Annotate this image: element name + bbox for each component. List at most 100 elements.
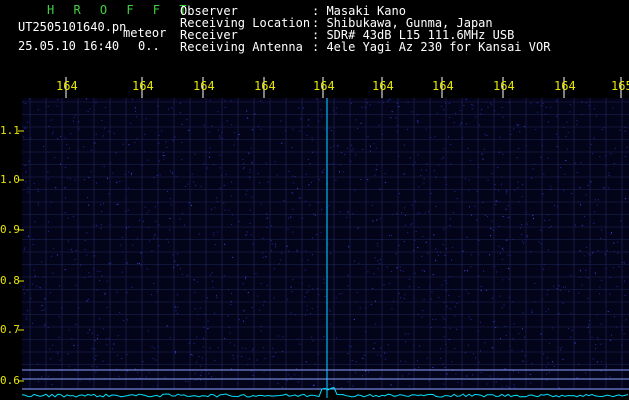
noise-dot (260, 330, 262, 332)
noise-dot (409, 385, 411, 387)
noise-dot (127, 187, 129, 189)
noise-dot (588, 320, 590, 321)
noise-dot (210, 274, 212, 276)
noise-dot (483, 270, 484, 272)
noise-dot (486, 383, 488, 385)
noise-dot (540, 229, 542, 231)
noise-dot (501, 307, 503, 309)
noise-dot (491, 220, 493, 222)
noise-dot (74, 179, 76, 181)
noise-dot (484, 214, 486, 216)
noise-dot (308, 184, 310, 186)
noise-dot (174, 305, 176, 307)
noise-dot (548, 308, 549, 310)
noise-dot (103, 203, 104, 205)
noise-dot (419, 345, 420, 347)
noise-dot (421, 269, 423, 271)
noise-dot (219, 167, 221, 169)
noise-dot (69, 147, 70, 149)
noise-dot (547, 249, 549, 251)
noise-dot (131, 172, 132, 174)
noise-dot (108, 193, 110, 195)
noise-dot (389, 234, 390, 236)
noise-dot (312, 340, 314, 342)
noise-dot (357, 228, 359, 230)
noise-dot (443, 318, 445, 320)
noise-dot (31, 283, 33, 285)
program-name: H R O F F T (47, 3, 193, 17)
time-tick-label: 164 (372, 79, 394, 93)
noise-dot (88, 272, 90, 274)
noise-dot (274, 161, 276, 163)
noise-dot (224, 100, 226, 102)
noise-dot (391, 308, 393, 310)
noise-dot (330, 358, 332, 359)
noise-dot (83, 146, 85, 148)
noise-dot (463, 105, 465, 106)
noise-dot (486, 135, 488, 136)
noise-dot (441, 284, 443, 286)
noise-dot (216, 296, 218, 298)
noise-dot (169, 218, 171, 219)
noise-dot (370, 145, 371, 147)
noise-dot (498, 190, 500, 192)
noise-dot (545, 311, 547, 313)
noise-dot (271, 250, 273, 252)
noise-dot (548, 371, 550, 373)
noise-dot (282, 336, 284, 338)
noise-dot (347, 274, 349, 276)
noise-dot (497, 167, 499, 168)
noise-dot (442, 363, 444, 365)
noise-dot (503, 216, 505, 217)
noise-dot (68, 365, 70, 367)
noise-dot (199, 365, 201, 367)
noise-dot (230, 100, 232, 102)
noise-dot (223, 184, 225, 186)
noise-dot (547, 157, 549, 159)
freq-tick-label: 1.0 (0, 173, 20, 186)
antenna-value: : 4ele Yagi Az 230 for Kansai VOR (312, 40, 551, 54)
noise-dot (530, 382, 532, 384)
noise-dot (469, 159, 471, 161)
noise-dot (181, 124, 183, 125)
noise-dot (375, 300, 376, 302)
noise-dot (245, 348, 247, 350)
noise-dot (604, 253, 606, 255)
noise-dot (287, 298, 289, 300)
noise-dot (132, 244, 134, 246)
noise-dot (385, 358, 386, 360)
noise-dot (245, 194, 247, 195)
noise-dot (87, 298, 89, 300)
noise-dot (575, 224, 576, 226)
noise-dot (585, 246, 587, 248)
noise-dot (391, 111, 393, 113)
noise-dot (296, 250, 298, 252)
noise-dot (348, 246, 350, 248)
noise-dot (70, 133, 72, 135)
noise-dot (172, 140, 174, 142)
noise-dot (531, 312, 533, 313)
noise-dot (558, 285, 560, 287)
date-time: 25.05.10 16:40 (18, 39, 120, 53)
noise-dot (181, 273, 183, 275)
noise-dot (288, 171, 290, 172)
noise-dot (499, 295, 501, 297)
noise-dot (198, 356, 200, 357)
noise-dot (506, 190, 507, 192)
noise-dot (147, 159, 149, 161)
noise-dot (472, 374, 473, 376)
noise-dot (491, 347, 493, 349)
noise-dot (304, 269, 306, 271)
noise-dot (106, 307, 108, 308)
noise-dot (529, 373, 531, 375)
noise-dot (501, 106, 503, 108)
noise-dot (292, 279, 294, 281)
noise-dot (377, 268, 379, 270)
noise-dot (547, 290, 549, 292)
noise-dot (195, 379, 197, 381)
noise-dot (522, 242, 524, 244)
noise-dot (151, 250, 153, 252)
noise-dot (403, 298, 405, 299)
noise-dot (550, 185, 552, 187)
noise-dot (368, 371, 370, 373)
